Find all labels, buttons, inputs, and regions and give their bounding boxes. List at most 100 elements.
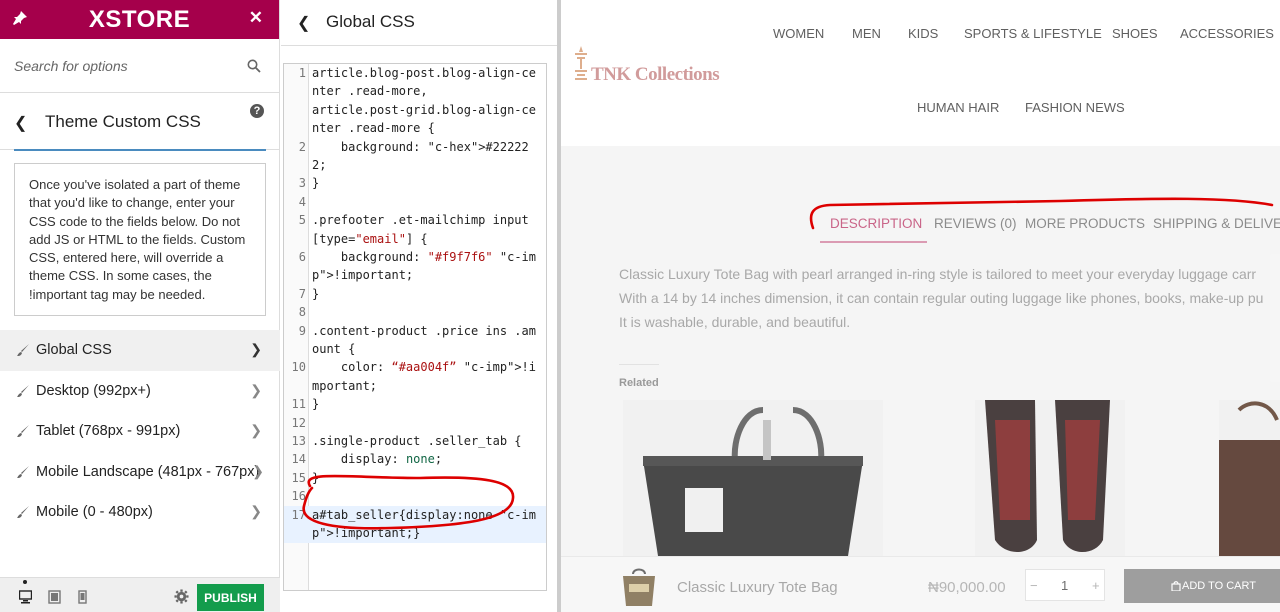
qty-minus-button[interactable]: − — [1030, 578, 1038, 593]
site-preview: WOMEN MEN KIDS SPORTS & LIFESTYLE SHOES … — [561, 0, 1280, 612]
menu-item-global-css[interactable]: Global CSS ❯ — [0, 330, 280, 371]
code-line[interactable]: 2 background: "c-hex">#222222; — [284, 138, 546, 175]
code-line[interactable]: 11} — [284, 395, 546, 413]
add-to-cart-label: ADD TO CART — [1182, 580, 1256, 592]
quantity-stepper[interactable]: − 1 + — [1025, 569, 1105, 601]
chevron-right-icon: ❯ — [250, 422, 262, 438]
nav-item-accessories[interactable]: ACCESSORIES — [1180, 26, 1274, 41]
tab-shipping-delivery[interactable]: SHIPPING & DELIVER — [1153, 216, 1280, 231]
add-to-cart-button[interactable]: ADD TO CART — [1124, 569, 1280, 603]
tab-description[interactable]: DESCRIPTION — [830, 216, 922, 231]
code-editor[interactable]: 1 article.blog-post.blog-align-center .re… — [283, 63, 547, 591]
nav-item-sports-lifestyle[interactable]: SPORTS & LIFESTYLE — [964, 26, 1102, 41]
code-text: .single-product .seller_tab { — [312, 434, 522, 449]
chevron-right-icon: ❯ — [250, 503, 262, 519]
custom-css-notice: Once you've isolated a part of theme tha… — [14, 163, 266, 316]
line-number: 9 — [298, 323, 306, 338]
xstore-logo: XSTORE — [88, 6, 191, 33]
code-text: color: “#aa004f” "c-imp">!important; — [312, 360, 537, 393]
back-chevron-icon[interactable]: ❮ — [297, 13, 310, 33]
help-icon[interactable]: ? — [250, 104, 264, 118]
tab-reviews[interactable]: REVIEWS (0) — [934, 216, 1017, 231]
search-icon[interactable] — [247, 59, 261, 73]
code-line[interactable]: 5 .prefooter .et-mailchimp input[type="em… — [284, 211, 546, 248]
active-device-dot — [23, 580, 27, 584]
code-text: display: none; — [312, 452, 443, 467]
line-number: 10 — [291, 360, 306, 375]
code-line[interactable]: 1 article.blog-post.blog-align-center .re… — [284, 64, 546, 138]
css-menu: Global CSS ❯ Desktop (992px+) ❯ Tablet (… — [0, 330, 280, 533]
code-text: } — [312, 176, 320, 191]
code-line[interactable]: 8 — [284, 303, 546, 321]
editor-title: Global CSS — [326, 12, 415, 31]
code-line[interactable]: 4 — [284, 193, 546, 211]
code-line[interactable]: 10 color: “#aa004f” "c-imp">!important; — [284, 358, 546, 395]
line-number: 2 — [298, 139, 306, 154]
sticky-product-name: Classic Luxury Tote Bag — [677, 579, 838, 596]
menu-item-label: Mobile Landscape (481px - 767px) — [36, 463, 260, 480]
menu-item-label: Mobile (0 - 480px) — [36, 504, 153, 521]
tablet-device-icon[interactable] — [48, 590, 61, 604]
code-line[interactable]: 6 background: "#f9f7f6" "c-imp">!importa… — [284, 248, 546, 285]
menu-item-mobile-landscape[interactable]: Mobile Landscape (481px - 767px) ❯ — [0, 452, 280, 493]
code-text: background: "c-hex">#222222; — [312, 139, 529, 173]
description-line: It is washable, durable, and beautiful. — [619, 314, 851, 330]
line-number: 14 — [291, 452, 306, 467]
code-line[interactable]: 14 display: none; — [284, 450, 546, 468]
customizer-sidebar: XSTORE ✕ ❮ Theme Custom CSS ? Once you'v… — [0, 0, 280, 612]
bag-icon — [1171, 581, 1181, 591]
nav-item-shoes[interactable]: SHOES — [1112, 26, 1158, 41]
brush-icon — [17, 344, 29, 357]
qty-value[interactable]: 1 — [1061, 578, 1068, 593]
nav-item-human-hair[interactable]: HUMAN HAIR — [917, 100, 999, 115]
line-number: 12 — [291, 415, 306, 430]
code-text: } — [312, 286, 320, 301]
product-image-tote-bag[interactable] — [623, 400, 883, 556]
desktop-device-icon[interactable] — [19, 590, 32, 604]
editor-header: ❮ Global CSS — [281, 0, 558, 46]
back-chevron-icon[interactable]: ❮ — [14, 113, 27, 133]
line-number: 1 — [298, 66, 306, 80]
chevron-right-icon: ❯ — [250, 341, 262, 357]
menu-item-tablet[interactable]: Tablet (768px - 991px) ❯ — [0, 411, 280, 452]
nav-item-women[interactable]: WOMEN — [773, 26, 824, 41]
nav-item-kids[interactable]: KIDS — [908, 26, 938, 41]
code-line[interactable]: 12 — [284, 414, 546, 432]
line-number: 8 — [298, 305, 306, 320]
search-input[interactable] — [14, 54, 244, 78]
menu-item-desktop[interactable]: Desktop (992px+) ❯ — [0, 371, 280, 412]
line-number: 15 — [291, 470, 306, 485]
qty-plus-button[interactable]: + — [1092, 578, 1100, 593]
nav-item-fashion-news[interactable]: FASHION NEWS — [1025, 100, 1125, 115]
code-line[interactable]: 13 .single-product .seller_tab { — [284, 432, 546, 450]
nav-item-men[interactable]: MEN — [852, 26, 881, 41]
product-image-shoes[interactable] — [975, 400, 1125, 556]
menu-item-mobile[interactable]: Mobile (0 - 480px) ❯ — [0, 492, 280, 533]
css-editor-panel: ❮ Global CSS 1 article.blog-post.blog-ali… — [281, 0, 558, 612]
code-lines[interactable]: 1 article.blog-post.blog-align-center .re… — [284, 64, 546, 543]
site-nav: WOMEN MEN KIDS SPORTS & LIFESTYLE SHOES … — [561, 26, 1280, 115]
chevron-right-icon: ❯ — [252, 462, 264, 479]
code-line[interactable]: 16 — [284, 487, 546, 505]
line-number: 3 — [298, 176, 306, 191]
code-line[interactable]: 9 .content-product .price ins .amount { — [284, 322, 546, 359]
brush-icon — [17, 506, 29, 519]
line-number: 7 — [298, 286, 306, 301]
code-line[interactable]: 7} — [284, 285, 546, 303]
sticky-add-to-cart-bar: Classic Luxury Tote Bag ₦90,000.00 − 1 +… — [561, 556, 1280, 612]
close-icon[interactable]: ✕ — [249, 8, 263, 28]
product-image-bag[interactable] — [1219, 400, 1280, 556]
code-line[interactable]: 15} — [284, 469, 546, 487]
product-thumbnail — [623, 568, 655, 606]
tab-more-products[interactable]: MORE PRODUCTS — [1025, 216, 1145, 231]
gear-icon[interactable] — [174, 589, 189, 604]
publish-button[interactable]: PUBLISH — [197, 584, 264, 611]
menu-item-label: Desktop (992px+) — [36, 382, 151, 399]
mobile-device-icon[interactable] — [76, 590, 89, 604]
code-text: } — [312, 470, 320, 485]
line-number: 13 — [291, 434, 306, 449]
brush-icon — [17, 384, 29, 397]
code-line[interactable]: 17 a#tab_seller{display:none "c-imp">!imp… — [284, 505, 546, 543]
description-line: Classic Luxury Tote Bag with pearl arran… — [619, 266, 1257, 282]
code-line[interactable]: 3} — [284, 174, 546, 192]
